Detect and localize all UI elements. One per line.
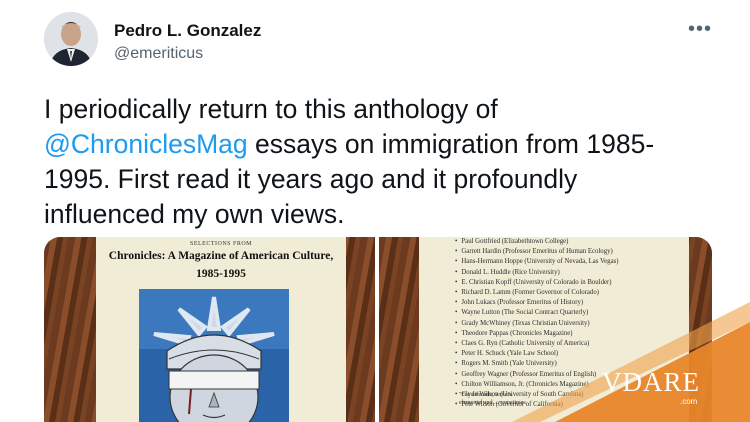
list-item: Theodore Pappas (Chronicles Magazine) xyxy=(455,329,619,339)
more-horizontal-icon[interactable]: ••• xyxy=(688,18,712,41)
book-cover: SELECTIONS FROM Chronicles: A Magazine o… xyxy=(96,237,346,422)
watermark-domain: .com xyxy=(680,397,698,406)
list-item: John Lukacs (Professor Emeritus of Histo… xyxy=(455,298,619,308)
list-item: E. Christian Kopff (University of Colora… xyxy=(455,278,619,288)
author-handle[interactable]: @emeriticus xyxy=(114,45,203,63)
list-item: Grady McWhiney (Texas Christian Universi… xyxy=(455,319,619,329)
list-item: Claes G. Ryn (Catholic University of Ame… xyxy=(455,339,619,349)
list-item: Hans-Hermann Hoppe (University of Nevada… xyxy=(455,257,618,267)
list-item: Richard D. Lamm (Former Governor of Colo… xyxy=(455,288,619,298)
avatar-image xyxy=(44,12,98,66)
mention-link[interactable]: @ChroniclesMag xyxy=(44,129,248,159)
list-item: Chilton Williamson, Jr. (Chronicles Maga… xyxy=(455,380,619,390)
list-item: Rogers M. Smith (Yale University) xyxy=(455,359,619,369)
book-selections-label: SELECTIONS FROM xyxy=(189,241,252,247)
watermark-logo: VDARE xyxy=(602,367,700,397)
statue-of-liberty-illustration xyxy=(139,289,289,422)
book-page-footnote: "For a decade, writers elemental and ...… xyxy=(459,392,526,406)
list-item: Geoffrey Wagner (Professor Emeritus of E… xyxy=(455,370,619,380)
book-years: 1985-1995 xyxy=(196,268,246,280)
tweet-text-part: I periodically return to this anthology … xyxy=(44,94,498,124)
list-item: Garrett Hardin (Professor Emeritus of Hu… xyxy=(455,247,619,257)
book-title: Chronicles: A Magazine of American Cultu… xyxy=(108,250,334,262)
contributor-list: Paul Gottfried (Elizabethtown College) G… xyxy=(455,237,619,410)
tweet-text: I periodically return to this anthology … xyxy=(44,92,694,232)
list-item: Peter H. Schuck (Yale Law School) xyxy=(455,349,619,359)
photo-book-cover[interactable]: SELECTIONS FROM Chronicles: A Magazine o… xyxy=(44,237,375,422)
list-item: Paul Gottfried (Elizabethtown College) xyxy=(455,237,619,247)
author-name[interactable]: Pedro L. Gonzalez xyxy=(114,21,261,41)
list-item: Donald L. Huddle (Rice University) xyxy=(455,268,619,278)
list-item: Wayne Lutton (The Social Contract Quarte… xyxy=(455,308,619,318)
author-avatar[interactable] xyxy=(44,12,98,66)
